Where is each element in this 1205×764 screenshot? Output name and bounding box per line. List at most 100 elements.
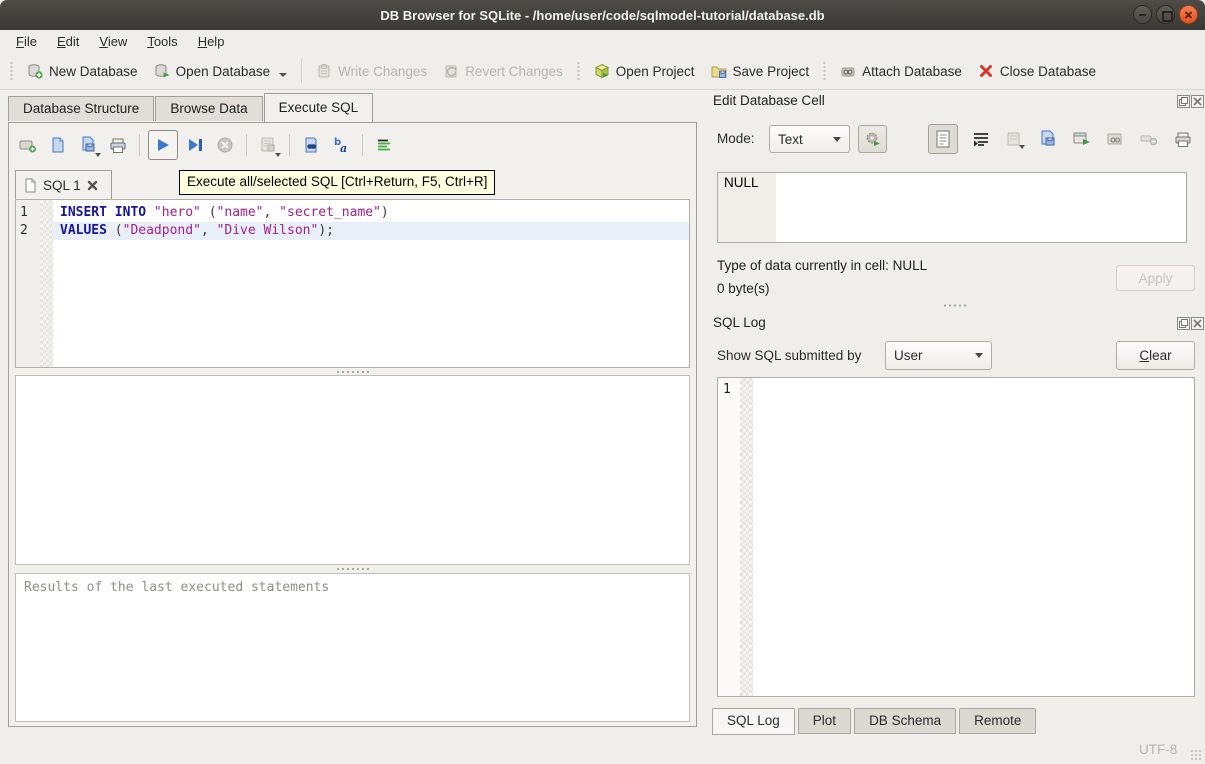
- code-area[interactable]: INSERT INTO "hero" ("name", "secret_name…: [53, 200, 689, 367]
- execute-line-icon: [186, 136, 204, 154]
- open-sql-file-button[interactable]: [45, 132, 71, 158]
- menu-edit[interactable]: Edit: [47, 31, 89, 52]
- save-sql-file-button[interactable]: [75, 132, 101, 158]
- import-data-button[interactable]: [1003, 128, 1025, 150]
- app-window: { "window": { "title": "DB Browser for S…: [0, 0, 1205, 764]
- execute-all-button[interactable]: [148, 130, 178, 160]
- sql-log-view[interactable]: 1: [717, 377, 1195, 697]
- tab-db-schema[interactable]: DB Schema: [854, 708, 956, 734]
- tab-sql-log[interactable]: SQL Log: [712, 708, 795, 735]
- sql-document-tab-bar: SQL 1: [15, 170, 112, 199]
- attach-database-button[interactable]: Attach Database: [832, 58, 970, 84]
- format-sql-button[interactable]: [371, 132, 397, 158]
- toolbar-handle[interactable]: [9, 60, 14, 82]
- close-database-label: Close Database: [1000, 64, 1096, 79]
- log-line-gutter: 1: [718, 378, 740, 696]
- print-sql-button[interactable]: [105, 132, 131, 158]
- save-project-button[interactable]: Save Project: [703, 58, 818, 84]
- log-filter-value: User: [894, 348, 923, 363]
- stop-execution-button[interactable]: [212, 132, 238, 158]
- svg-text:a: a: [340, 142, 347, 154]
- open-database-dropdown-icon[interactable]: [279, 73, 287, 77]
- menu-tools[interactable]: Tools: [137, 31, 187, 52]
- new-sql-tab-button[interactable]: [15, 132, 41, 158]
- close-dock-icon[interactable]: [1191, 317, 1204, 330]
- new-sql-tab-icon: [19, 136, 37, 154]
- execute-line-button[interactable]: [182, 132, 208, 158]
- set-null-icon: [1140, 130, 1158, 148]
- results-grid[interactable]: [15, 375, 690, 565]
- menu-file[interactable]: File: [6, 31, 47, 52]
- open-database-button[interactable]: Open Database: [146, 58, 296, 84]
- save-results-button[interactable]: [255, 132, 281, 158]
- mode-combobox[interactable]: Text: [769, 125, 850, 153]
- execute-tooltip: Execute all/selected SQL [Ctrl+Return, F…: [179, 170, 495, 195]
- save-project-label: Save Project: [733, 64, 810, 79]
- menu-view[interactable]: View: [89, 31, 137, 52]
- attach-database-icon: [840, 63, 856, 79]
- minimize-icon[interactable]: [1133, 5, 1152, 24]
- float-dock-icon[interactable]: [1177, 95, 1190, 108]
- import-dropdown-icon[interactable]: [1019, 145, 1025, 149]
- close-icon[interactable]: [1179, 5, 1198, 24]
- clear-log-button[interactable]: Clear: [1116, 341, 1195, 370]
- set-null-button[interactable]: [1138, 128, 1160, 150]
- close-dock-icon[interactable]: [1191, 95, 1204, 108]
- float-dock-icon[interactable]: [1177, 317, 1190, 330]
- save-results-dropdown-icon[interactable]: [275, 153, 281, 157]
- write-changes-button[interactable]: Write Changes: [308, 58, 435, 84]
- toolbar-handle[interactable]: [822, 60, 827, 82]
- export-data-button[interactable]: [1071, 128, 1093, 150]
- revert-changes-button[interactable]: Revert Changes: [435, 58, 571, 84]
- dock-splitter[interactable]: [941, 303, 969, 308]
- sql-document-tab[interactable]: SQL 1: [15, 170, 112, 199]
- tab-browse-data[interactable]: Browse Data: [155, 96, 262, 121]
- tab-remote[interactable]: Remote: [959, 708, 1036, 734]
- menu-bar: File Edit View Tools Help: [0, 30, 1205, 53]
- save-sql-dropdown-icon[interactable]: [95, 153, 101, 157]
- cell-value-editor[interactable]: NULL: [717, 172, 1187, 243]
- line-number-gutter: 1 2: [16, 200, 40, 367]
- word-wrap-button[interactable]: [970, 128, 992, 150]
- menu-help[interactable]: Help: [188, 31, 235, 52]
- results-message-splitter[interactable]: [15, 566, 690, 572]
- open-external-button[interactable]: [1105, 128, 1127, 150]
- print-cell-button[interactable]: [1172, 128, 1194, 150]
- cell-type-info: Type of data currently in cell: NULL: [717, 258, 927, 273]
- titlebar[interactable]: DB Browser for SQLite - /home/user/code/…: [0, 0, 1205, 30]
- sql-editor-toolbar: b a: [15, 128, 397, 162]
- write-changes-label: Write Changes: [338, 64, 427, 79]
- open-sql-file-icon: [49, 136, 67, 154]
- close-database-button[interactable]: Close Database: [970, 58, 1104, 84]
- log-filter-label: Show SQL submitted by: [717, 348, 861, 363]
- maximize-icon[interactable]: [1156, 5, 1175, 24]
- open-project-button[interactable]: Open Project: [586, 58, 703, 84]
- find-replace-button[interactable]: [298, 132, 324, 158]
- sql-toolbar-separator: [139, 134, 140, 156]
- open-external-icon: [1107, 130, 1125, 148]
- new-database-button[interactable]: New Database: [19, 58, 146, 84]
- save-project-icon: [711, 63, 727, 79]
- apply-label: Apply: [1139, 271, 1173, 286]
- results-message-area[interactable]: Results of the last executed statements: [15, 573, 690, 722]
- mode-label: Mode:: [717, 131, 755, 146]
- code-line-2: VALUES ("Deadpond", "Dive Wilson");: [53, 222, 689, 240]
- resize-grip[interactable]: [1190, 749, 1202, 761]
- edit-cell-toolbar: [928, 123, 1194, 155]
- toolbar-handle[interactable]: [576, 60, 581, 82]
- sql-code-editor[interactable]: 1 2 INSERT INTO "hero" ("name", "secret_…: [15, 199, 690, 368]
- tab-plot[interactable]: Plot: [798, 708, 851, 734]
- tab-database-structure[interactable]: Database Structure: [8, 96, 154, 121]
- apply-settings-button[interactable]: [858, 125, 887, 153]
- log-fold-margin: [740, 378, 753, 696]
- tab-execute-sql[interactable]: Execute SQL: [264, 93, 374, 122]
- new-database-label: New Database: [49, 64, 138, 79]
- log-line-number: 1: [723, 382, 731, 397]
- apply-button[interactable]: Apply: [1116, 265, 1195, 291]
- close-sql-tab-icon[interactable]: [87, 180, 98, 191]
- autocomplete-button[interactable]: b a: [328, 132, 354, 158]
- open-database-icon: [154, 63, 170, 79]
- log-filter-combobox[interactable]: User: [885, 341, 992, 370]
- save-as-button[interactable]: [1037, 128, 1059, 150]
- text-mode-button[interactable]: [928, 124, 958, 154]
